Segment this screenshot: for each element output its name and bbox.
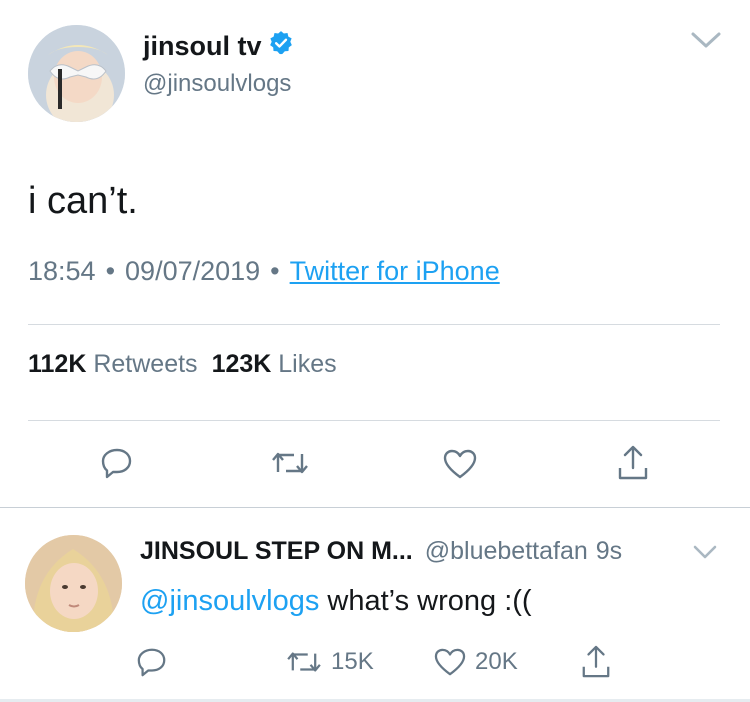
retweets-stat[interactable]: 112K Retweets <box>28 350 198 379</box>
author-handle[interactable]: @jinsoulvlogs <box>143 70 291 98</box>
author-name-text[interactable]: jinsoul tv <box>143 31 262 62</box>
reply-like-count: 20K <box>475 648 518 675</box>
verified-badge-icon <box>268 30 294 63</box>
reply-icon <box>137 648 166 677</box>
reply-text: @jinsoulvlogs what’s wrong :(( <box>140 585 532 618</box>
retweets-label: Retweets <box>93 350 198 378</box>
share-button[interactable] <box>616 444 650 482</box>
reply-reply-button[interactable] <box>136 646 168 678</box>
tweet-metadata: 18:54 • 09/07/2019 • Twitter for iPhone <box>28 256 500 287</box>
divider <box>28 324 720 325</box>
reply-author-name[interactable]: JINSOUL STEP ON M... <box>140 537 413 566</box>
likes-stat[interactable]: 123K Likes <box>212 350 337 379</box>
like-icon <box>443 449 477 479</box>
reply-button[interactable] <box>100 446 134 480</box>
tweet-stats: 112K Retweets 123K Likes <box>28 350 337 379</box>
retweets-count: 112K <box>28 350 87 378</box>
reply-header: JINSOUL STEP ON M... @bluebettafan 9s <box>140 537 622 566</box>
chevron-down-icon[interactable] <box>690 30 722 50</box>
separator-dot: • <box>270 256 280 286</box>
likes-count: 123K <box>211 350 272 378</box>
author-name[interactable]: jinsoul tv <box>143 30 294 63</box>
reply-retweet-count: 15K <box>331 648 374 675</box>
chevron-down-icon[interactable] <box>692 544 718 560</box>
retweet-icon <box>272 452 308 474</box>
like-button[interactable] <box>442 448 478 480</box>
reply-share-button[interactable] <box>580 644 612 680</box>
retweet-button[interactable] <box>270 448 310 478</box>
likes-label: Likes <box>278 350 337 378</box>
reply-icon <box>101 448 132 479</box>
author-avatar[interactable] <box>28 25 125 122</box>
reply-author-handle[interactable]: @bluebettafan <box>425 537 588 566</box>
tweet-time: 18:54 <box>28 256 96 286</box>
tweet-source-link[interactable]: Twitter for iPhone <box>290 256 500 287</box>
like-icon <box>434 648 466 676</box>
mention-link[interactable]: @jinsoulvlogs <box>140 585 319 617</box>
separator-dot: • <box>105 256 116 286</box>
reply-body: what’s wrong :(( <box>319 585 532 617</box>
reply-author-avatar[interactable] <box>25 535 122 632</box>
reply-timestamp: 9s <box>595 537 623 565</box>
reply-like-button[interactable]: 20K <box>433 647 518 677</box>
retweet-icon <box>287 652 321 672</box>
tweet-date: 09/07/2019 <box>125 256 261 286</box>
divider <box>28 420 720 421</box>
tweet-text: i can’t. <box>28 180 138 222</box>
reply-retweet-button[interactable]: 15K <box>285 648 374 676</box>
share-icon <box>582 645 610 678</box>
share-icon <box>618 445 648 480</box>
divider <box>0 507 750 508</box>
